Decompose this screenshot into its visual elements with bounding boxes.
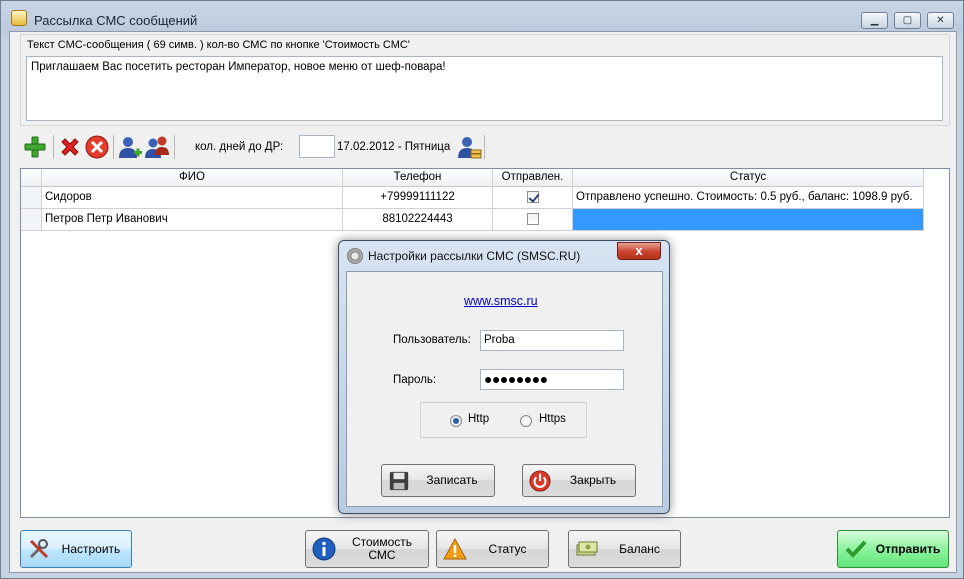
cost-button[interactable]: Стоимость СМС — [305, 530, 429, 568]
money-icon — [576, 541, 598, 556]
row-header[interactable] — [21, 209, 42, 231]
cost-button-label: Стоимость СМС — [351, 535, 413, 562]
column-header-phone[interactable]: Телефон — [343, 169, 493, 187]
floppy-disk-icon — [389, 471, 409, 490]
password-input[interactable]: ●●●●●●●● — [480, 369, 624, 390]
cell-status[interactable]: Отправлено успешно. Стоимость: 0.5 руб.,… — [573, 187, 924, 209]
tools-icon — [29, 539, 49, 559]
column-header-name[interactable]: ФИО — [42, 169, 343, 187]
status-button-label: Статус — [488, 541, 527, 556]
add-icon[interactable] — [22, 134, 48, 160]
power-icon — [529, 469, 551, 492]
http-radio-label[interactable]: Http — [468, 413, 489, 425]
cell-sent[interactable] — [493, 187, 573, 209]
close-dialog-button-label: Закрыть — [569, 473, 617, 487]
date-label: 17.02.2012 - Пятница — [337, 141, 451, 153]
minimize-button[interactable]: ▁ — [861, 12, 888, 29]
password-label: Пароль: — [393, 374, 437, 386]
gear-icon — [347, 248, 363, 264]
column-header-sent[interactable]: Отправлен. — [493, 169, 573, 187]
add-user-icon[interactable] — [117, 134, 143, 160]
table-row[interactable]: Сидоров +79999111122 Отправлено успешно.… — [21, 187, 924, 209]
delete-icon[interactable] — [57, 134, 83, 160]
send-button-label: Отправить — [875, 541, 941, 556]
send-button[interactable]: Отправить — [837, 530, 949, 568]
cell-sent[interactable] — [493, 209, 573, 231]
cell-phone[interactable]: 88102224443 — [343, 209, 493, 231]
column-header-status[interactable]: Статус — [573, 169, 924, 187]
cell-status[interactable] — [573, 209, 924, 231]
dialog-title: Настройки рассылки СМС (SMSC.RU) — [368, 249, 581, 263]
protocol-group: Http Https — [420, 402, 587, 438]
sent-checkbox[interactable] — [526, 213, 539, 225]
balance-button-label: Баланс — [619, 541, 660, 556]
configure-button-label: Настроить — [61, 541, 121, 556]
user-label: Пользователь: — [393, 334, 471, 346]
close-dialog-button[interactable]: Закрыть — [522, 464, 636, 497]
balance-button[interactable]: Баланс — [568, 530, 681, 568]
users-icon[interactable] — [144, 134, 170, 160]
birthday-users-icon[interactable] — [456, 134, 482, 160]
sent-checkbox[interactable] — [526, 191, 539, 203]
days-to-birthday-label: кол. дней до ДР: — [195, 141, 284, 153]
toolbar: кол. дней до ДР: 17.02.2012 - Пятница — [20, 132, 490, 162]
cell-name[interactable]: Петров Петр Иванович — [42, 209, 343, 231]
close-button[interactable]: ✕ — [927, 12, 954, 29]
days-to-birthday-input[interactable] — [299, 135, 335, 158]
user-input[interactable]: Proba — [480, 330, 624, 351]
dialog-body: www.smsc.ru Пользователь: Proba Пароль: … — [346, 271, 663, 507]
smsc-link[interactable]: www.smsc.ru — [464, 294, 538, 308]
https-radio[interactable] — [520, 415, 532, 427]
maximize-button[interactable]: ▢ — [894, 12, 921, 29]
settings-dialog: Настройки рассылки СМС (SMSC.RU) x www.s… — [338, 240, 670, 514]
info-icon — [312, 537, 336, 561]
app-icon — [11, 10, 27, 26]
status-button[interactable]: Статус — [436, 530, 549, 568]
message-textarea[interactable]: Приглашаем Вас посетить ресторан Императ… — [26, 56, 943, 121]
warning-icon — [443, 537, 467, 560]
cell-phone[interactable]: +79999111122 — [343, 187, 493, 209]
window-title: Рассылка СМС сообщений — [34, 13, 198, 28]
http-radio[interactable] — [450, 415, 462, 427]
row-header-corner — [21, 169, 42, 187]
checkmark-icon — [845, 540, 867, 558]
row-header[interactable] — [21, 187, 42, 209]
table-row[interactable]: Петров Петр Иванович 88102224443 — [21, 209, 924, 231]
toolbar-separator — [174, 135, 175, 159]
toolbar-separator — [484, 135, 485, 159]
save-button[interactable]: Записать — [381, 464, 495, 497]
message-label: Текст СМС-сообщения ( 69 симв. ) кол-во … — [27, 39, 410, 51]
toolbar-separator — [53, 135, 54, 159]
configure-button[interactable]: Настроить — [20, 530, 132, 568]
cell-name[interactable]: Сидоров — [42, 187, 343, 209]
dialog-close-button[interactable]: x — [617, 242, 661, 260]
cancel-icon[interactable] — [84, 134, 110, 160]
save-button-label: Записать — [426, 473, 478, 487]
toolbar-separator — [113, 135, 114, 159]
https-radio-label[interactable]: Https — [539, 413, 566, 425]
